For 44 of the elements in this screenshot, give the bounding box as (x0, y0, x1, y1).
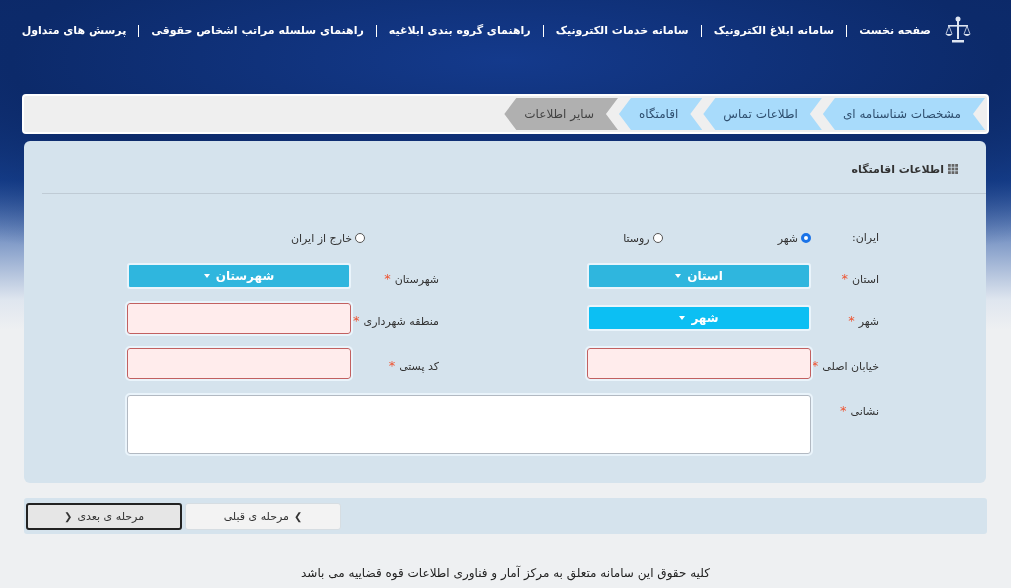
panel-title: اطلاعات اقامتگاه (851, 162, 944, 176)
nav-link[interactable]: راهنمای گروه بندی ابلاغیه (388, 24, 531, 37)
scales-emblem-icon (945, 15, 971, 45)
field-label: استان * (840, 270, 880, 286)
radio-option[interactable]: روستا (623, 229, 663, 247)
radio-option[interactable]: شهر (777, 229, 811, 247)
step-tab[interactable]: اطلاعات تماس (703, 98, 822, 130)
required-mark: * (388, 358, 396, 373)
required-mark: * (848, 313, 855, 328)
chevron-right-icon: ❯ (293, 510, 303, 522)
required-mark: * (353, 313, 360, 328)
field-label: شهرستان * (383, 270, 440, 286)
required-mark: * (384, 271, 391, 286)
field-label: نشانی * (839, 402, 880, 418)
copyright-text: کلیه حقوق این سامانه متعلق به مرکز آمار و فناوری اطلاعات قوه قضاییه می باشد (300, 566, 711, 580)
radio-option[interactable]: خارج از ایران (290, 229, 366, 247)
required-mark: * (840, 403, 847, 418)
text-input[interactable] (127, 303, 351, 334)
field-label: کد پستی * (387, 357, 440, 373)
field-label: ایران: (850, 230, 880, 244)
chevron-left-icon: ❮ (64, 510, 73, 522)
nav-link[interactable]: راهنمای سلسله مراتب اشخاص حقوقی (151, 24, 364, 37)
text-input[interactable] (587, 348, 811, 379)
step-tab[interactable]: سایر اطلاعات (504, 98, 618, 130)
required-mark: * (841, 271, 848, 286)
step-tab[interactable]: اقامتگاه (618, 98, 703, 130)
field-label: شهر * (847, 312, 880, 328)
next-button[interactable]: مرحله ی بعدی ❮ (26, 502, 182, 530)
caret-icon (675, 274, 682, 278)
caret-icon (203, 274, 210, 278)
previous-button[interactable]: ❯ مرحله ی قبلی (185, 502, 341, 530)
caret-icon (679, 316, 686, 320)
nav-link[interactable]: سامانه خدمات الکترونیک (555, 24, 689, 37)
address-textarea[interactable] (127, 395, 811, 454)
field-label: منطقه شهرداری * (352, 312, 440, 328)
radio-button[interactable] (801, 233, 811, 243)
nav-link[interactable]: سامانه ابلاغ الکترونیک (713, 24, 835, 37)
radio-button[interactable] (652, 233, 663, 243)
nav-link[interactable]: پرسش های متداول (21, 24, 127, 37)
nav-link[interactable]: صفحه نخست (859, 24, 931, 37)
grid-icon (948, 164, 958, 174)
text-input[interactable] (127, 348, 351, 379)
step-tab[interactable]: مشخصات شناسنامه ای (822, 98, 985, 130)
radio-button[interactable] (355, 233, 366, 243)
